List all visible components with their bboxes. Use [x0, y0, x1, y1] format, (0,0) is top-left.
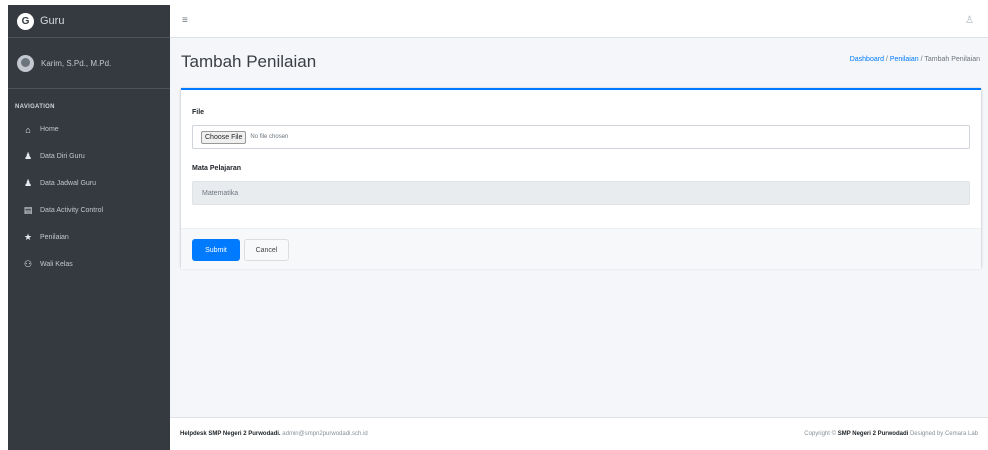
- cancel-button[interactable]: Cancel: [244, 239, 289, 261]
- footer-left: Helpdesk SMP Negeri 2 Purwodadi. admin@s…: [180, 431, 368, 437]
- file-input[interactable]: Choose File No file chosen: [192, 125, 970, 149]
- file-label: File: [192, 109, 205, 116]
- nav-header: NAVIGATION: [15, 104, 55, 110]
- top-navbar: ≡ ♙: [170, 5, 988, 38]
- footer-right: Copyright © SMP Negeri 2 Purwodadi Desig…: [804, 431, 978, 437]
- user-panel[interactable]: Karim, S.Pd., M.Pd.: [8, 38, 170, 89]
- brand-text: Guru: [40, 15, 65, 27]
- clipboard-icon: ▤: [23, 205, 33, 215]
- card-footer: Submit Cancel: [181, 228, 981, 269]
- sidebar-item-label: Penilaian: [40, 234, 69, 241]
- breadcrumb-penilaian[interactable]: Penilaian: [890, 56, 919, 63]
- user-icon: ♟: [23, 151, 33, 161]
- breadcrumb: Dashboard / Penilaian / Tambah Penilaian: [850, 56, 980, 63]
- sidebar-item-label: Wali Kelas: [40, 261, 73, 268]
- content-wrapper: Tambah Penilaian Dashboard / Penilaian /…: [170, 38, 988, 417]
- brand[interactable]: G Guru: [8, 5, 170, 38]
- star-icon: ★: [23, 232, 33, 242]
- user-name: Karim, S.Pd., M.Pd.: [41, 58, 112, 68]
- sidebar-item-label: Data Diri Guru: [40, 153, 85, 160]
- footer-email[interactable]: admin@smpn2purwodadi.sch.id: [282, 431, 367, 437]
- page-title: Tambah Penilaian: [181, 52, 317, 71]
- footer: Helpdesk SMP Negeri 2 Purwodadi. admin@s…: [170, 417, 988, 450]
- hamburger-menu-icon[interactable]: ≡: [182, 16, 192, 26]
- sidebar-item-data-jadwal-guru[interactable]: ♟ Data Jadwal Guru: [8, 170, 170, 197]
- sidebar-item-label: Home: [40, 126, 59, 133]
- footer-designer: Designed by Cemara Lab: [909, 431, 978, 437]
- form-card: File Choose File No file chosen Mata Pel…: [181, 88, 981, 269]
- breadcrumb-current: Tambah Penilaian: [924, 56, 980, 63]
- choose-file-button[interactable]: Choose File: [201, 130, 247, 144]
- user-menu-icon[interactable]: ♙: [965, 15, 974, 26]
- user-icon: ♟: [23, 178, 33, 188]
- sidebar-item-data-diri-guru[interactable]: ♟ Data Diri Guru: [8, 143, 170, 170]
- sidebar-item-data-activity-control[interactable]: ▤ Data Activity Control: [8, 197, 170, 224]
- sidebar-item-home[interactable]: ⌂ Home: [8, 116, 170, 143]
- breadcrumb-dashboard[interactable]: Dashboard: [850, 56, 884, 63]
- sidebar-nav: ⌂ Home ♟ Data Diri Guru ♟ Data Jadwal Gu…: [8, 116, 170, 278]
- sidebar-item-label: Data Activity Control: [40, 207, 104, 214]
- sidebar-item-penilaian[interactable]: ★ Penilaian: [8, 224, 170, 251]
- subject-label: Mata Pelajaran: [192, 165, 242, 172]
- footer-copyright: Copyright ©: [804, 431, 837, 437]
- subject-select[interactable]: Matematika: [192, 181, 970, 205]
- sidebar-item-label: Data Jadwal Guru: [40, 180, 97, 187]
- no-file-text: No file chosen: [250, 134, 289, 140]
- users-icon: ⚇: [23, 259, 33, 269]
- submit-button[interactable]: Submit: [192, 239, 240, 261]
- sidebar: G Guru Karim, S.Pd., M.Pd. NAVIGATION ⌂ …: [8, 5, 170, 450]
- footer-helpdesk: Helpdesk SMP Negeri 2 Purwodadi.: [180, 431, 281, 437]
- sidebar-item-wali-kelas[interactable]: ⚇ Wali Kelas: [8, 251, 170, 278]
- home-icon: ⌂: [25, 124, 31, 135]
- avatar: [17, 54, 34, 72]
- brand-logo-icon: G: [17, 12, 34, 30]
- footer-school: SMP Negeri 2 Purwodadi: [837, 431, 909, 437]
